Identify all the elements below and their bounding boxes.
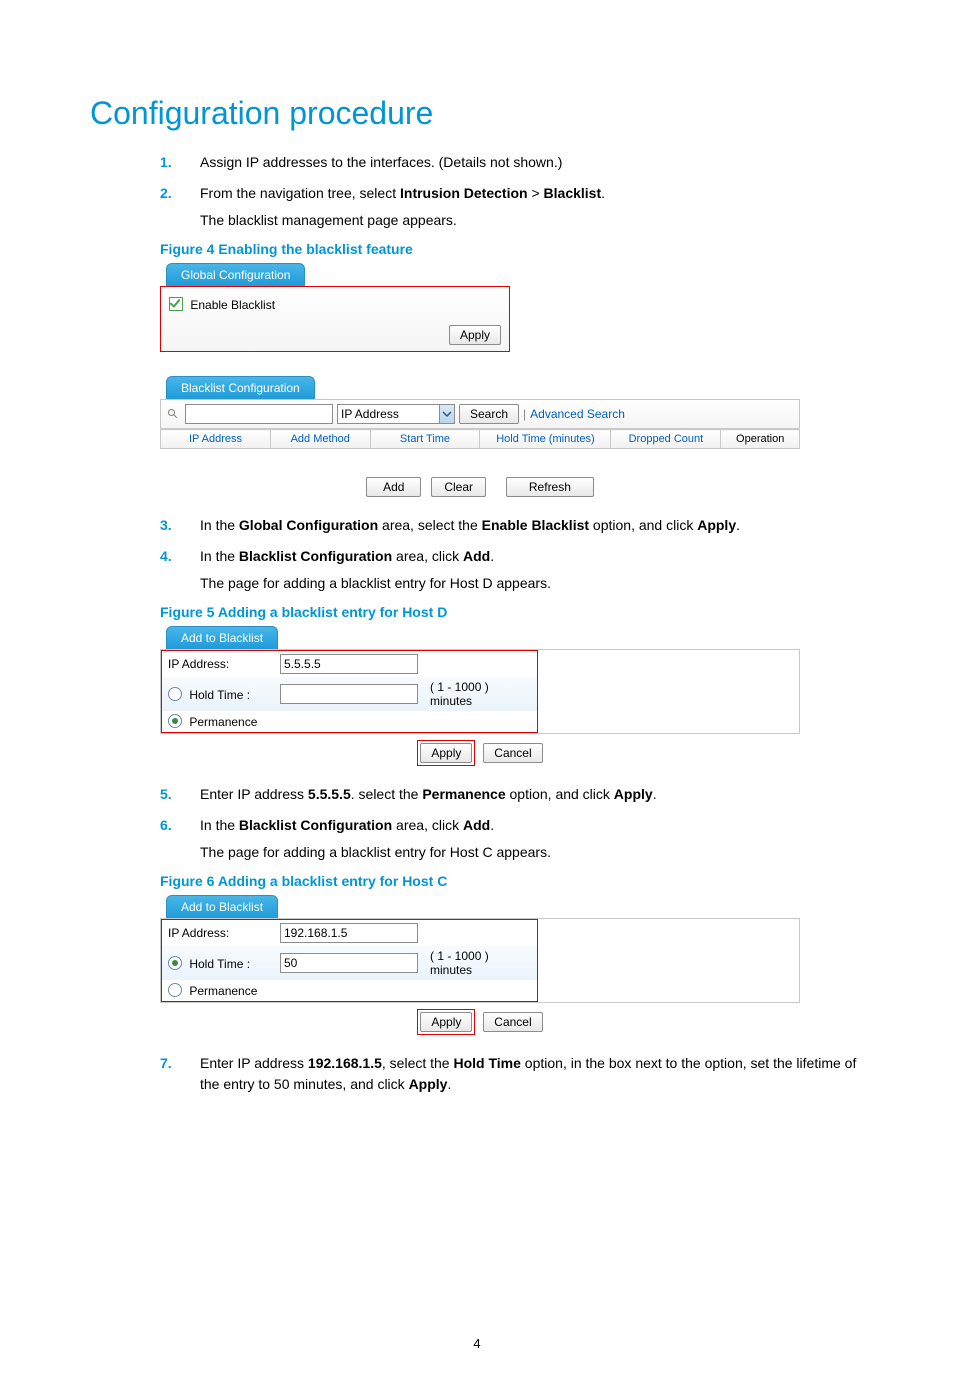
step-subtext: The page for adding a blacklist entry fo…	[200, 842, 864, 863]
col-ip[interactable]: IP Address	[161, 430, 271, 449]
step-num: 6.	[160, 815, 172, 836]
step-num: 7.	[160, 1053, 172, 1074]
step-text: In the Global Configuration area, select…	[200, 517, 740, 533]
step-2: 2. From the navigation tree, select Intr…	[160, 183, 864, 231]
hold-time-input[interactable]	[280, 953, 418, 973]
advanced-search-link[interactable]: Advanced Search	[530, 407, 625, 421]
ip-label: IP Address:	[162, 651, 274, 677]
cancel-button[interactable]: Cancel	[483, 1012, 542, 1032]
refresh-button[interactable]: Refresh	[506, 477, 594, 497]
blacklist-table: IP Address Add Method Start Time Hold Ti…	[160, 429, 800, 449]
enable-blacklist-label: Enable Blacklist	[190, 298, 275, 312]
permanence-radio[interactable]	[168, 983, 182, 997]
chevron-down-icon[interactable]	[439, 404, 455, 424]
apply-button[interactable]: Apply	[420, 743, 472, 763]
figure-caption: Figure 4 Enabling the blacklist feature	[160, 241, 864, 257]
step-text: Enter IP address 192.168.1.5, select the…	[200, 1055, 856, 1092]
figure-caption: Figure 5 Adding a blacklist entry for Ho…	[160, 604, 864, 620]
col-hold[interactable]: Hold Time (minutes)	[480, 430, 611, 449]
permanence-label: Permanence	[189, 715, 257, 729]
hold-time-label: Hold Time :	[189, 957, 250, 971]
tab-add-to-blacklist[interactable]: Add to Blacklist	[166, 626, 278, 649]
page-number: 4	[0, 1336, 954, 1351]
permanence-radio[interactable]	[168, 714, 182, 728]
step-text: Assign IP addresses to the interfaces. (…	[200, 154, 562, 170]
ip-input[interactable]	[280, 923, 418, 943]
search-input[interactable]	[185, 404, 333, 424]
clear-button[interactable]: Clear	[431, 477, 486, 497]
add-button[interactable]: Add	[366, 477, 421, 497]
tab-add-to-blacklist[interactable]: Add to Blacklist	[166, 895, 278, 918]
step-num: 1.	[160, 152, 172, 173]
enable-blacklist-checkbox[interactable]	[169, 297, 183, 311]
figure-5: Add to Blacklist IP Address: Hold Time :	[160, 626, 800, 766]
step-num: 5.	[160, 784, 172, 805]
hold-time-radio[interactable]	[168, 956, 182, 970]
step-7: 7. Enter IP address 192.168.1.5, select …	[160, 1053, 864, 1095]
step-text: From the navigation tree, select Intrusi…	[200, 185, 605, 201]
search-icon	[167, 408, 179, 420]
step-subtext: The blacklist management page appears.	[200, 210, 864, 231]
step-subtext: The page for adding a blacklist entry fo…	[200, 573, 864, 594]
step-num: 3.	[160, 515, 172, 536]
step-text: In the Blacklist Configuration area, cli…	[200, 817, 494, 833]
step-num: 4.	[160, 546, 172, 567]
hold-time-label: Hold Time :	[189, 688, 250, 702]
step-6: 6. In the Blacklist Configuration area, …	[160, 815, 864, 863]
tab-global-config[interactable]: Global Configuration	[166, 263, 305, 286]
step-5: 5. Enter IP address 5.5.5.5. select the …	[160, 784, 864, 805]
hold-time-input[interactable]	[280, 684, 418, 704]
hold-time-radio[interactable]	[168, 687, 182, 701]
apply-button[interactable]: Apply	[449, 325, 501, 345]
col-method[interactable]: Add Method	[270, 430, 370, 449]
figure-6: Add to Blacklist IP Address: Hold Time :	[160, 895, 800, 1035]
apply-button[interactable]: Apply	[420, 1012, 472, 1032]
step-4: 4. In the Blacklist Configuration area, …	[160, 546, 864, 594]
page-title: Configuration procedure	[90, 95, 864, 132]
cancel-button[interactable]: Cancel	[483, 743, 542, 763]
col-operation: Operation	[721, 430, 800, 449]
tab-blacklist-config[interactable]: Blacklist Configuration	[166, 376, 315, 399]
figure-caption: Figure 6 Adding a blacklist entry for Ho…	[160, 873, 864, 889]
figure-4: Global Configuration Enable Blacklist Ap…	[160, 263, 800, 497]
step-3: 3. In the Global Configuration area, sel…	[160, 515, 864, 536]
search-button[interactable]: Search	[459, 404, 519, 424]
step-num: 2.	[160, 183, 172, 204]
step-text: Enter IP address 5.5.5.5. select the Per…	[200, 786, 657, 802]
ip-input[interactable]	[280, 654, 418, 674]
hold-hint: ( 1 - 1000 ) minutes	[424, 677, 537, 711]
permanence-label: Permanence	[189, 984, 257, 998]
step-1: 1. Assign IP addresses to the interfaces…	[160, 152, 864, 173]
hold-hint: ( 1 - 1000 ) minutes	[424, 946, 537, 980]
step-text: In the Blacklist Configuration area, cli…	[200, 548, 494, 564]
search-field-select[interactable]	[337, 404, 455, 424]
col-dropped[interactable]: Dropped Count	[611, 430, 721, 449]
col-start[interactable]: Start Time	[370, 430, 480, 449]
ip-label: IP Address:	[162, 920, 274, 946]
